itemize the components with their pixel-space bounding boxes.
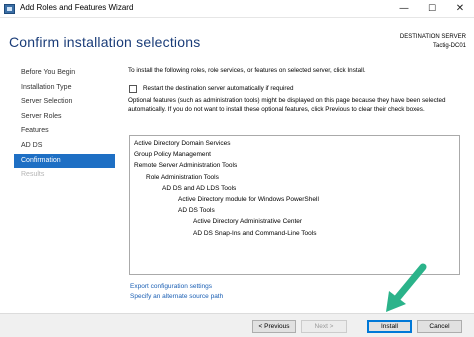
- minimize-icon[interactable]: —: [390, 0, 418, 18]
- feature-item: Role Administration Tools: [146, 173, 219, 181]
- destination-server-name: Tactig-DC01: [432, 43, 466, 49]
- feature-item: Remote Server Administration Tools: [134, 162, 238, 170]
- intro-text: To install the following roles, role ser…: [128, 67, 366, 74]
- wizard-step-nav: Before You Begin Installation Type Server …: [14, 66, 115, 183]
- close-icon[interactable]: ✕: [446, 0, 474, 18]
- window-title: Add Roles and Features Wizard: [20, 3, 134, 12]
- feature-item: Group Policy Management: [134, 151, 211, 159]
- feature-item: AD DS Tools: [178, 207, 215, 215]
- destination-server-label: DESTINATION SERVER: [399, 34, 466, 40]
- nav-item-confirmation[interactable]: Confirmation: [14, 153, 115, 169]
- maximize-icon[interactable]: ☐: [418, 0, 446, 18]
- nav-item-server-roles[interactable]: Server Roles: [14, 110, 115, 125]
- feature-item: Active Directory Administrative Center: [193, 218, 303, 226]
- export-config-link[interactable]: Export configuration settings: [130, 282, 223, 292]
- nav-item-server-selection[interactable]: Server Selection: [14, 95, 115, 110]
- restart-checkbox-label[interactable]: Restart the destination server automatic…: [143, 85, 294, 92]
- features-list[interactable]: Active Directory Domain Services Group Po…: [129, 135, 460, 275]
- title-bar: Add Roles and Features Wizard — ☐ ✕: [0, 0, 474, 18]
- confirmation-panel: To install the following roles, role ser…: [128, 66, 464, 113]
- feature-item: Active Directory Domain Services: [134, 140, 231, 147]
- cancel-button[interactable]: Cancel: [417, 320, 462, 333]
- nav-item-before-you-begin[interactable]: Before You Begin: [14, 66, 115, 81]
- alternate-source-link[interactable]: Specify an alternate source path: [130, 292, 223, 302]
- nav-item-features[interactable]: Features: [14, 124, 115, 139]
- callout-arrow-icon: [386, 263, 427, 312]
- install-button[interactable]: Install: [367, 320, 412, 333]
- page-title: Confirm installation selections: [9, 34, 201, 50]
- next-button[interactable]: Next >: [301, 320, 347, 333]
- nav-item-ad-ds[interactable]: AD DS: [14, 139, 115, 154]
- nav-item-installation-type[interactable]: Installation Type: [14, 81, 115, 96]
- feature-item: Active Directory module for Windows Powe…: [178, 196, 319, 203]
- feature-item: AD DS Snap-Ins and Command-Line Tools: [193, 229, 317, 237]
- feature-item: AD DS and AD LDS Tools: [162, 184, 237, 192]
- nav-item-results: Results: [21, 171, 45, 179]
- config-links: Export configuration settings Specify an…: [130, 282, 223, 301]
- wizard-header: Confirm installation selections DESTINAT…: [0, 18, 474, 62]
- previous-button[interactable]: < Previous: [252, 320, 296, 333]
- optional-features-note: Optional features (such as administratio…: [128, 97, 446, 113]
- restart-checkbox[interactable]: [129, 85, 137, 93]
- server-manager-icon: [4, 4, 15, 14]
